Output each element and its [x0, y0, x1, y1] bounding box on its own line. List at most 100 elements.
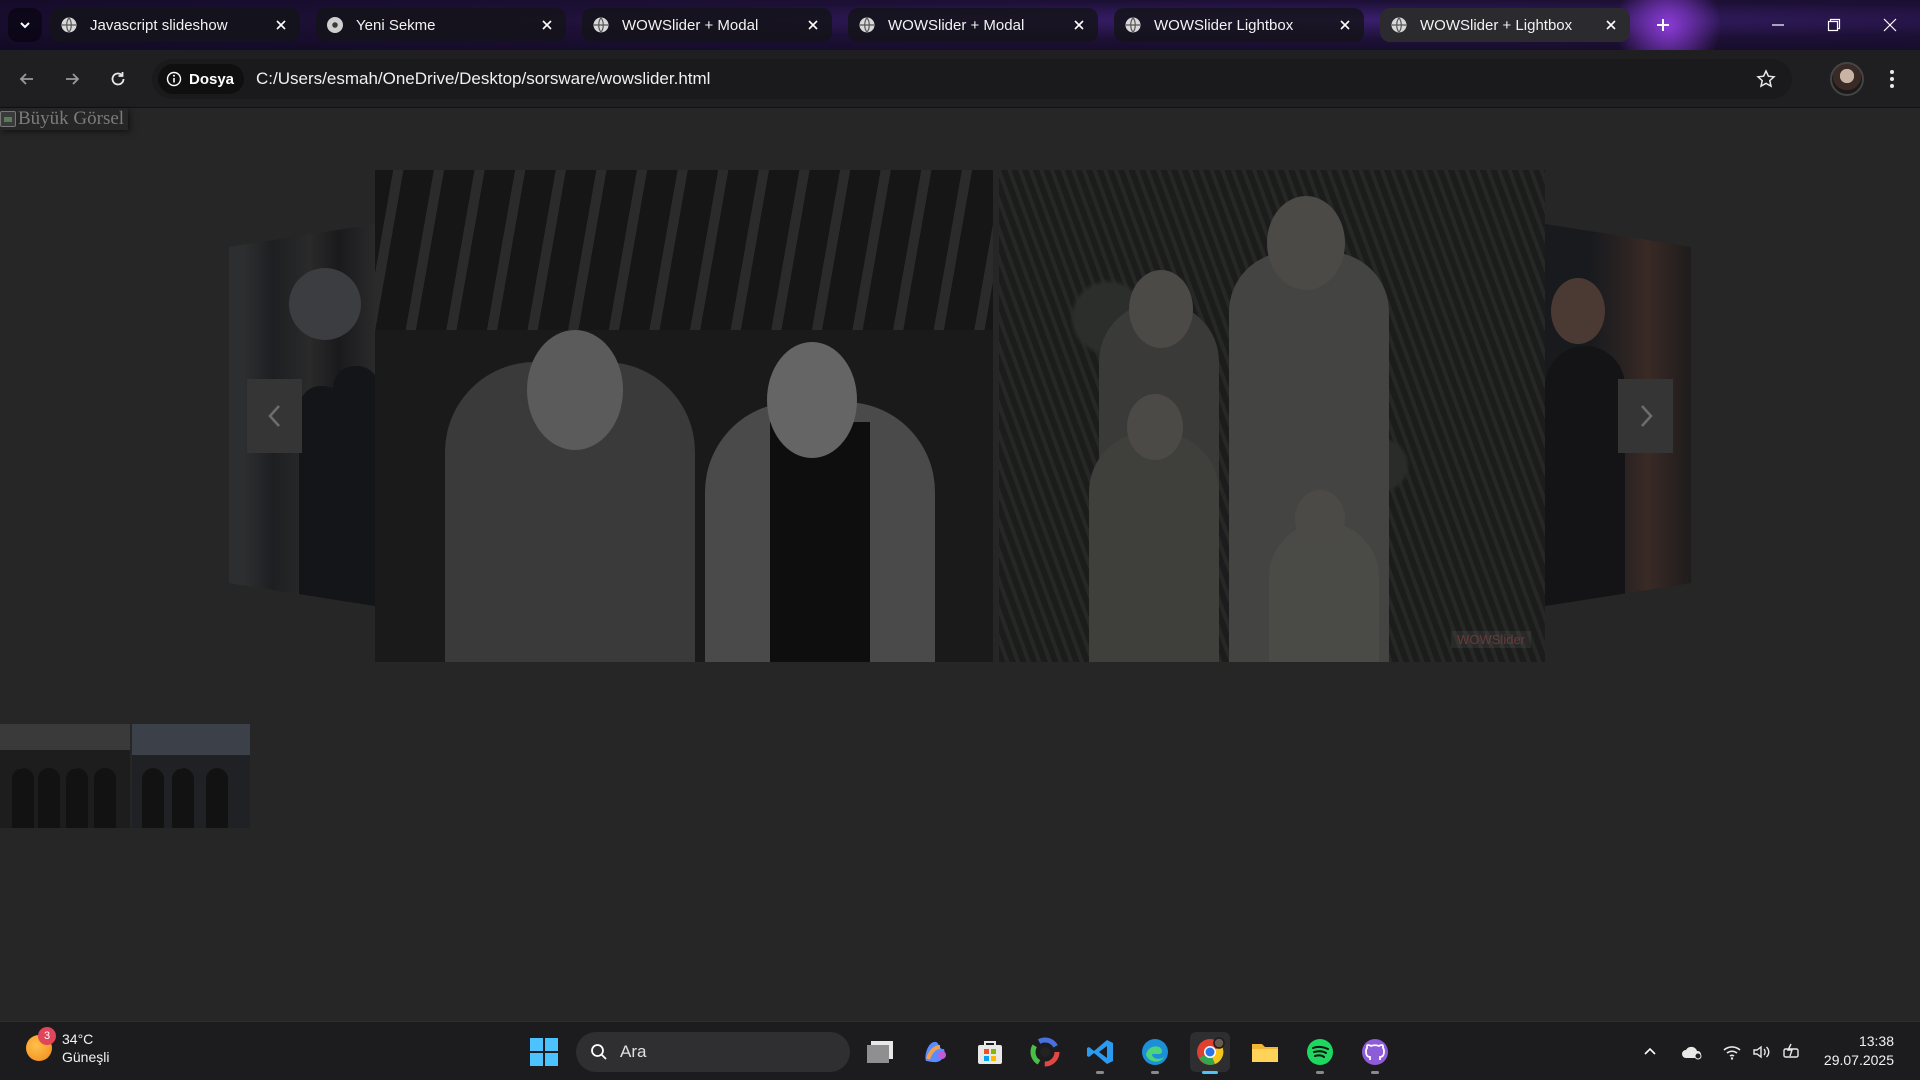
site-info-chip[interactable]: Dosya [158, 64, 245, 94]
thumb-person [172, 768, 194, 828]
globe-icon [1390, 16, 1408, 34]
photo-child [1089, 432, 1219, 662]
close-icon[interactable] [1070, 16, 1088, 34]
close-icon[interactable] [1602, 16, 1620, 34]
globe-icon [592, 16, 610, 34]
thumb-person [94, 768, 116, 828]
taskbar-app-color-picker[interactable] [1025, 1032, 1065, 1072]
github-icon [1362, 1039, 1388, 1065]
chevron-up-icon [1644, 1047, 1656, 1055]
copilot-icon [925, 1041, 946, 1063]
tab-yeni-sekme[interactable]: Yeni Sekme [316, 8, 566, 42]
tab-javascript-slideshow[interactable]: Javascript slideshow [50, 8, 300, 42]
taskbar-app-vscode[interactable] [1080, 1032, 1120, 1074]
url-text[interactable]: C:/Users/esmah/OneDrive/Desktop/sorsware… [256, 69, 710, 89]
taskbar-app-chrome[interactable] [1190, 1032, 1230, 1074]
photo-face [1127, 394, 1183, 460]
tab-title: WOWSlider + Modal [622, 16, 759, 34]
address-bar[interactable]: Dosya C:/Users/esmah/OneDrive/Desktop/so… [152, 59, 1792, 99]
tab-title: Javascript slideshow [90, 16, 228, 34]
slider-slide-1[interactable] [375, 170, 993, 662]
close-icon[interactable] [538, 16, 556, 34]
taskbar-clock[interactable]: 13:38 29.07.2025 [1810, 1032, 1894, 1070]
close-icon[interactable] [272, 16, 290, 34]
windows-taskbar: 3 34°C Güneşli Ara 13:38 29.07.2025 [0, 1021, 1920, 1080]
thumb-person [38, 768, 60, 828]
notification-badge: 3 [38, 1027, 56, 1045]
volume-tray[interactable] [1748, 1036, 1776, 1068]
network-tray[interactable] [1718, 1036, 1746, 1068]
photo-face [1295, 490, 1345, 548]
photo-face [1267, 196, 1345, 290]
profile-avatar[interactable] [1830, 62, 1864, 96]
thumb-person [12, 768, 34, 828]
back-button[interactable] [9, 61, 45, 97]
cloud-icon [1682, 1046, 1702, 1060]
tab-wowslider-modal-1[interactable]: WOWSlider + Modal [582, 8, 832, 42]
taskbar-app-store[interactable] [970, 1032, 1010, 1072]
reload-button[interactable] [100, 61, 136, 97]
clock-time: 13:38 [1858, 1033, 1894, 1049]
tab-title: Yeni Sekme [356, 16, 436, 34]
tab-search-button[interactable] [8, 8, 42, 42]
photo-face [527, 330, 623, 450]
windows-logo-icon [530, 1038, 558, 1066]
taskbar-app-github-desktop[interactable] [1355, 1032, 1395, 1074]
photo-face [1129, 270, 1193, 348]
browser-menu-button[interactable] [1876, 62, 1908, 96]
close-window-button[interactable] [1862, 0, 1918, 50]
weather-description: Güneşli [62, 1049, 110, 1065]
chrome-icon [326, 16, 344, 34]
minimize-button[interactable] [1750, 0, 1806, 50]
slider-thumbnail-2[interactable] [132, 724, 250, 828]
thumb-person [206, 768, 228, 828]
taskbar-search[interactable]: Ara [576, 1032, 850, 1072]
close-icon[interactable] [1336, 16, 1354, 34]
reload-icon [111, 72, 125, 86]
broken-image-icon [0, 111, 16, 127]
photo-face [767, 342, 857, 458]
photo-person [333, 366, 375, 606]
page-content: Büyük Görsel WOWSlider [0, 108, 1920, 1021]
globe-icon [60, 16, 78, 34]
slide-banner [375, 170, 993, 330]
tab-wowslider-lightbox[interactable]: WOWSlider Lightbox [1114, 8, 1364, 42]
slider-slide-2[interactable]: WOWSlider [999, 170, 1545, 662]
weather-widget[interactable]: 3 34°C Güneşli [26, 1027, 110, 1066]
new-tab-button[interactable] [1646, 8, 1680, 42]
minimize-icon [1772, 24, 1784, 26]
tab-wowslider-plus-lightbox[interactable]: WOWSlider + Lightbox [1380, 8, 1630, 42]
tab-title: WOWSlider + Lightbox [1420, 16, 1573, 34]
battery-charging-icon [1783, 1043, 1799, 1058]
globe-icon [858, 16, 876, 34]
slider-thumbnail-1[interactable] [0, 724, 130, 828]
show-hidden-icons-button[interactable] [1636, 1036, 1664, 1068]
folder-icon [1252, 1044, 1278, 1062]
onedrive-tray[interactable] [1678, 1036, 1706, 1068]
sun-icon: 3 [26, 1027, 56, 1061]
task-view-button[interactable] [860, 1032, 900, 1072]
wifi-icon [1723, 1046, 1741, 1060]
battery-tray[interactable] [1778, 1036, 1806, 1068]
photo-shirt [770, 422, 870, 662]
arrow-left-icon [19, 73, 33, 85]
broken-image-alt-text: Büyük Görsel [18, 108, 125, 129]
start-button[interactable] [524, 1032, 564, 1072]
tab-wowslider-modal-2[interactable]: WOWSlider + Modal [848, 8, 1098, 42]
slider-prev-button[interactable] [247, 379, 302, 453]
arrow-right-icon [66, 73, 80, 85]
taskbar-app-spotify[interactable] [1300, 1032, 1340, 1074]
browser-toolbar: Dosya C:/Users/esmah/OneDrive/Desktop/so… [0, 50, 1920, 108]
tab-title: WOWSlider Lightbox [1154, 16, 1294, 34]
clock-date: 29.07.2025 [1823, 1052, 1894, 1068]
spotify-icon [1307, 1039, 1333, 1065]
taskbar-app-copilot[interactable] [915, 1032, 955, 1072]
forward-button[interactable] [54, 61, 90, 97]
restore-button[interactable] [1806, 0, 1862, 50]
taskbar-app-file-explorer[interactable] [1245, 1032, 1285, 1072]
bookmark-button[interactable] [1754, 67, 1778, 91]
edge-icon [1142, 1039, 1168, 1065]
close-icon[interactable] [804, 16, 822, 34]
slider-next-button[interactable] [1618, 379, 1673, 453]
taskbar-app-edge[interactable] [1135, 1032, 1175, 1074]
